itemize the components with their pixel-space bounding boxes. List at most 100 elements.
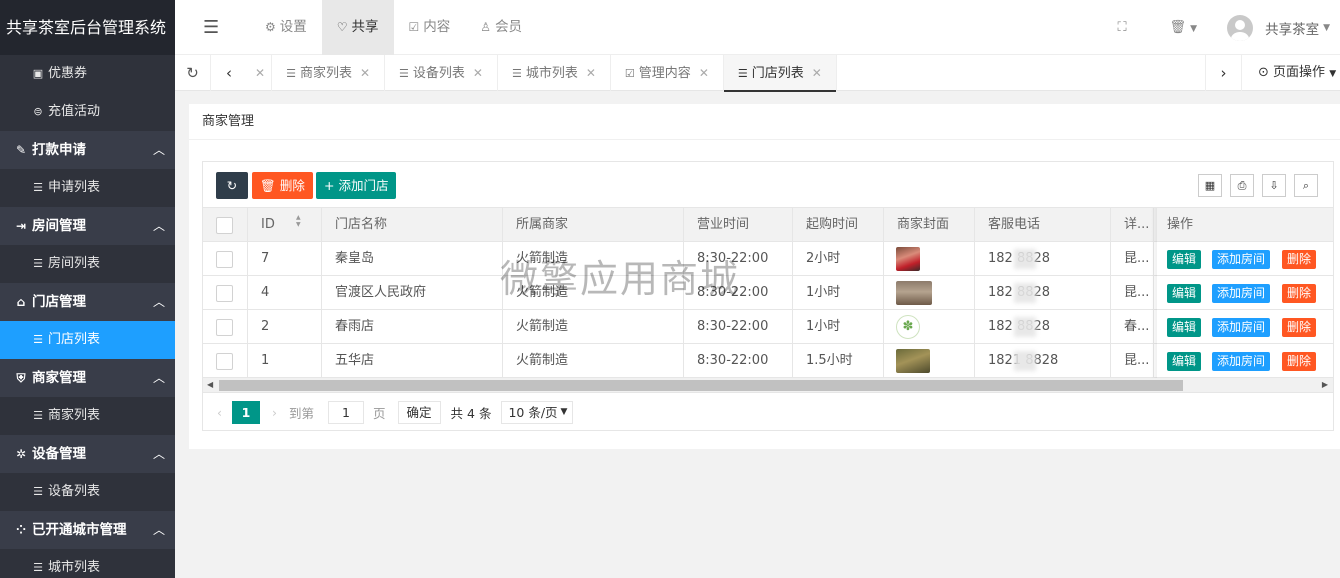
scroll-right-icon[interactable]: ▶: [1322, 380, 1328, 389]
table-toolbar: ↻ 🗑 删除 + 添加门店 ▦ ⎙ ⇩ ⌕: [203, 162, 1333, 208]
edit-button[interactable]: 编辑: [1167, 250, 1202, 269]
row-checkbox[interactable]: [216, 285, 233, 302]
current-page[interactable]: 1: [232, 400, 260, 424]
menu-toggle-icon[interactable]: ☰: [203, 17, 219, 38]
chevron-down-icon[interactable]: ▼: [1323, 23, 1330, 33]
column-header: 详...: [1124, 208, 1149, 242]
sidebar-item-payout-list[interactable]: ☰ 申请列表: [0, 169, 175, 207]
sort-icon[interactable]: ▲▼: [281, 214, 315, 228]
login-icon: ⇥: [15, 219, 27, 233]
sidebar-item-recharge[interactable]: ⊜ 充值活动: [0, 93, 175, 131]
delete-row-button[interactable]: 删除: [1282, 250, 1317, 269]
close-icon[interactable]: ✕: [812, 66, 822, 80]
avatar[interactable]: [1227, 14, 1254, 41]
edit-button[interactable]: 编辑: [1167, 284, 1202, 303]
column-divider: [883, 310, 884, 344]
next-page-icon[interactable]: ›: [272, 405, 277, 420]
sidebar-group-cities[interactable]: ⁘ 已开通城市管理 ︿: [0, 511, 175, 549]
delete-row-button[interactable]: 删除: [1282, 352, 1317, 371]
page-input[interactable]: 1: [328, 400, 365, 424]
sidebar-group-rooms[interactable]: ⇥ 房间管理 ︿: [0, 207, 175, 245]
nav-2[interactable]: ☑ 内容: [394, 0, 466, 55]
edit-button[interactable]: 编辑: [1167, 352, 1202, 371]
sidebar-item-store-list[interactable]: ☰ 门店列表: [0, 321, 175, 359]
columns-icon[interactable]: ▦: [1198, 174, 1222, 197]
page-size-select[interactable]: 10 条/页 ▼: [501, 400, 574, 424]
sidebar-group-devices[interactable]: ✲ 设备管理 ︿: [0, 435, 175, 473]
recharge-icon: ⊜: [33, 105, 43, 118]
close-icon[interactable]: ✕: [699, 66, 709, 80]
edit-button[interactable]: 编辑: [1167, 318, 1202, 337]
tab-hidden-close[interactable]: ✕: [243, 55, 273, 91]
sidebar-group-payout[interactable]: ✎ 打款申请 ︿: [0, 131, 175, 169]
list-icon: ☰: [33, 333, 43, 346]
trash-icon[interactable]: 🗑 ▼: [1170, 20, 1208, 35]
add-room-button[interactable]: 添加房间: [1212, 318, 1271, 337]
row-checkbox[interactable]: [216, 353, 233, 370]
table-row: 2春雨店火箭制造8:30-22:001小时182 8828春...✽编辑添加房间…: [203, 310, 1333, 344]
cell-hours: 8:30-22:00: [697, 285, 769, 300]
cell-merchant: 火箭制造: [516, 319, 569, 334]
sidebar-item-device-list[interactable]: ☰ 设备列表: [0, 473, 175, 511]
delete-row-button[interactable]: 删除: [1282, 284, 1317, 303]
add-room-button[interactable]: 添加房间: [1212, 250, 1271, 269]
page-ops-menu[interactable]: ⊙ 页面操作 ▼: [1241, 55, 1340, 91]
delete-row-button[interactable]: 删除: [1282, 318, 1317, 337]
sidebar-item-room-list[interactable]: ☰ 房间列表: [0, 245, 175, 283]
table-row: 1 五华店 火箭制造 8:30-22:00 1.5小时 1821 8828 昆... 编辑 添加…: [203, 344, 1333, 378]
chevron-left-icon[interactable]: ‹: [211, 55, 247, 91]
close-icon[interactable]: ✕: [360, 66, 370, 80]
fixed-column-shadow: [1151, 208, 1157, 378]
add-room-button[interactable]: 添加房间: [1212, 352, 1271, 371]
apps-icon: ⁘: [15, 523, 27, 537]
select-all-checkbox[interactable]: [216, 217, 233, 234]
row-checkbox[interactable]: [216, 319, 233, 336]
edit-icon: ☑: [624, 67, 635, 80]
sidebar-item-merchant-list[interactable]: ☰ 商家列表: [0, 397, 175, 435]
horizontal-scrollbar[interactable]: ◀ ▶: [203, 378, 1333, 393]
tab-0[interactable]: ☰ 商家列表 ✕: [272, 55, 386, 91]
redaction: [1014, 317, 1036, 337]
export-icon[interactable]: ⇩: [1262, 174, 1286, 197]
sidebar-group-merchants[interactable]: ⛨ 商家管理 ︿: [0, 359, 175, 397]
fullscreen-icon[interactable]: ⛶: [1118, 20, 1138, 35]
column-header[interactable]: ID ▲▼: [261, 208, 315, 242]
cell-min: 1.5小时: [806, 353, 853, 368]
user-name[interactable]: 共享茶室: [1265, 18, 1319, 38]
pagination: ‹ 1 › 到第 1 页 确定 共 4 条 10 条/页 ▼: [203, 393, 1333, 431]
nav-3[interactable]: ♙ 会员: [465, 0, 537, 55]
sidebar-group-stores[interactable]: ⌂ 门店管理 ︿: [0, 283, 175, 321]
tab-4[interactable]: ☰ 门店列表 ✕: [723, 55, 837, 92]
close-icon[interactable]: ✕: [255, 66, 265, 80]
content-card: 商家管理 ↻ 🗑 删除 + 添加门店 ▦ ⎙ ⇩ ⌕ ID ▲▼ 门店名称 所属商家 营…: [189, 104, 1340, 449]
scroll-thumb[interactable]: [219, 380, 1183, 391]
sidebar-item-coupons[interactable]: ▣ 优惠券: [0, 55, 175, 93]
close-icon[interactable]: ✕: [586, 66, 596, 80]
tab-2[interactable]: ☰ 城市列表 ✕: [498, 55, 611, 91]
refresh-icon[interactable]: ↻: [175, 55, 211, 91]
refresh-button[interactable]: ↻: [216, 172, 248, 199]
scroll-left-icon[interactable]: ◀: [207, 380, 213, 389]
nav-1[interactable]: ♡ 共享: [321, 0, 394, 55]
column-divider: [502, 208, 503, 242]
tab-1[interactable]: ☰ 设备列表 ✕: [385, 55, 498, 91]
delete-button[interactable]: 🗑 删除: [252, 172, 313, 199]
add-room-button[interactable]: 添加房间: [1212, 284, 1271, 303]
row-checkbox[interactable]: [216, 251, 233, 268]
data-table: ↻ 🗑 删除 + 添加门店 ▦ ⎙ ⇩ ⌕ ID ▲▼ 门店名称 所属商家 营业时间 起购…: [202, 161, 1334, 431]
print-icon[interactable]: ⎙: [1230, 174, 1254, 197]
cell-min: 1小时: [806, 319, 841, 334]
cell-detail: 昆...: [1124, 353, 1150, 368]
search-icon[interactable]: ⌕: [1294, 174, 1318, 197]
nav-0[interactable]: ⚙ 设置: [250, 0, 322, 55]
close-icon[interactable]: ✕: [473, 66, 483, 80]
chevron-right-icon[interactable]: ›: [1205, 55, 1241, 91]
user-icon: ♙: [480, 20, 492, 34]
add-store-label: 添加门店: [338, 178, 389, 193]
confirm-button[interactable]: 确定: [397, 400, 441, 424]
cell-detail: 春...: [1124, 319, 1150, 334]
tab-3[interactable]: ☑ 管理内容 ✕: [611, 55, 724, 91]
sidebar-item-city-list[interactable]: ☰ 城市列表: [0, 549, 175, 578]
prev-page-icon[interactable]: ‹: [217, 405, 222, 420]
add-store-button[interactable]: + 添加门店: [316, 172, 397, 199]
